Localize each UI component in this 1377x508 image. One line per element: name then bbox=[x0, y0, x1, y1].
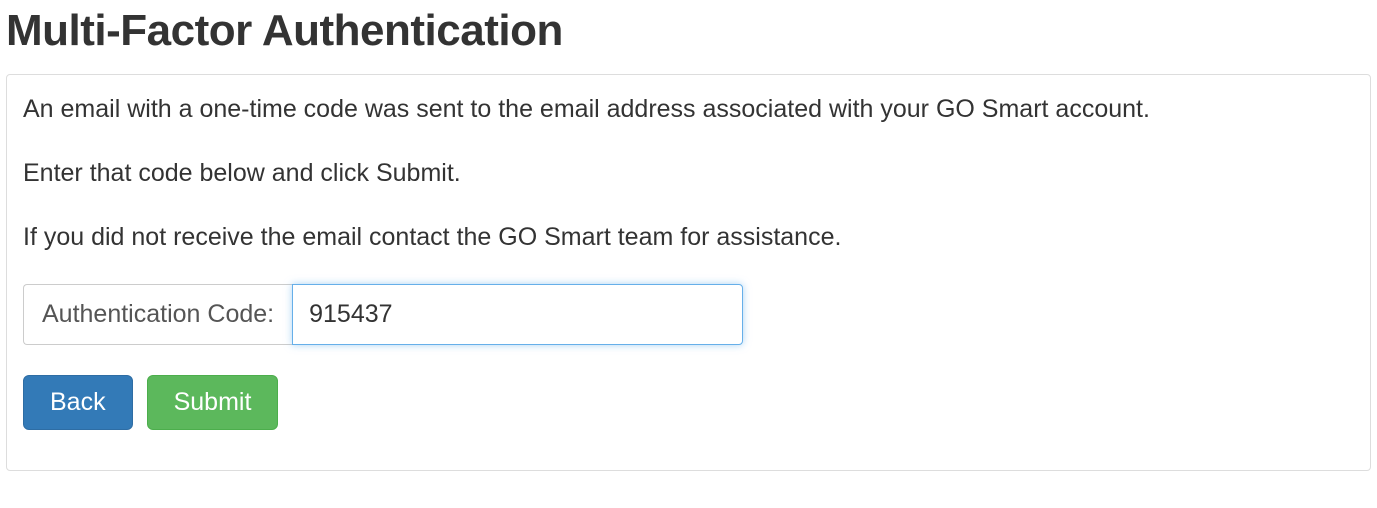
auth-code-label: Authentication Code: bbox=[23, 284, 292, 345]
instruction-line-3: If you did not receive the email contact… bbox=[23, 221, 1354, 255]
submit-button[interactable]: Submit bbox=[147, 375, 279, 430]
auth-code-input[interactable] bbox=[292, 284, 743, 345]
back-button[interactable]: Back bbox=[23, 375, 133, 430]
mfa-panel: An email with a one-time code was sent t… bbox=[6, 74, 1371, 471]
page-title: Multi-Factor Authentication bbox=[6, 6, 1371, 56]
button-row: Back Submit bbox=[23, 375, 1354, 430]
auth-code-group: Authentication Code: bbox=[23, 284, 743, 345]
instruction-line-2: Enter that code below and click Submit. bbox=[23, 157, 1354, 191]
instruction-line-1: An email with a one-time code was sent t… bbox=[23, 93, 1354, 127]
